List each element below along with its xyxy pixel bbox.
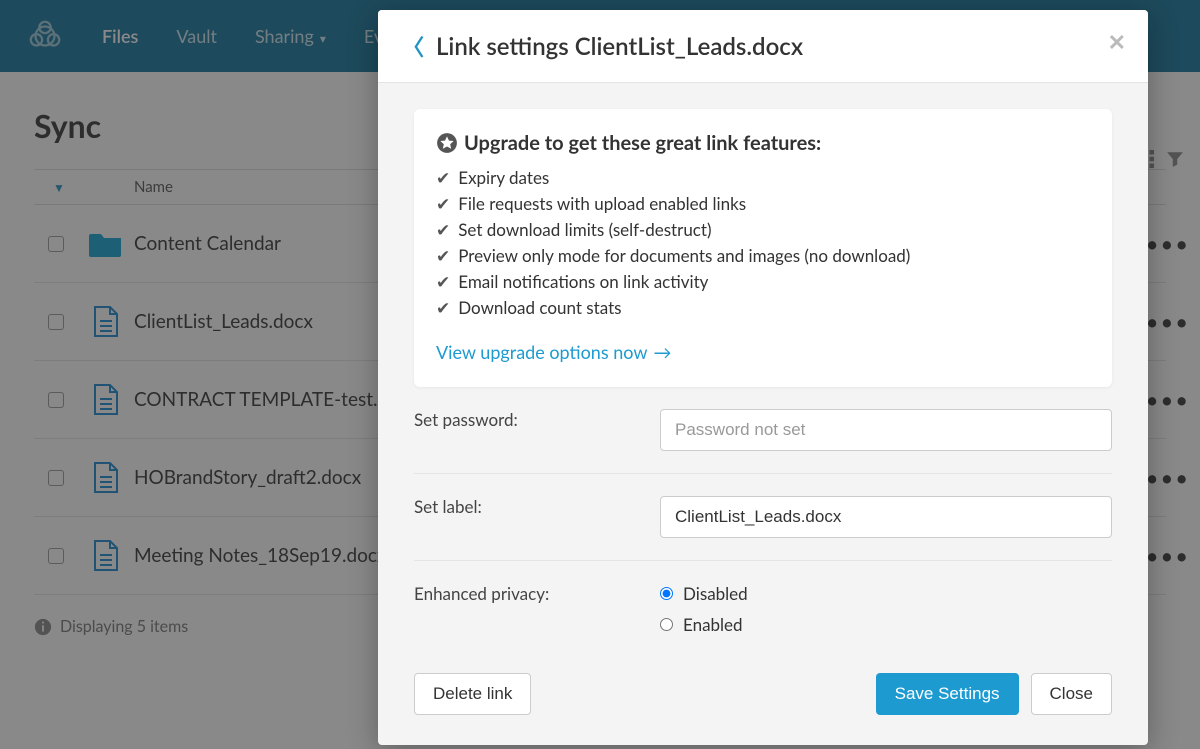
modal-title: Link settings ClientList_Leads.docx [436,32,803,61]
label-label: Set label: [414,496,660,517]
check-icon: ✔ [436,245,450,267]
modal-header: 〈 Link settings ClientList_Leads.docx ✕ [378,10,1148,83]
check-icon: ✔ [436,271,450,293]
close-icon[interactable]: ✕ [1108,28,1126,56]
save-settings-button[interactable]: Save Settings [876,673,1019,715]
upgrade-feature-item: ✔Email notifications on link activity [436,271,1090,293]
upgrade-feature-item: ✔Preview only mode for documents and ima… [436,245,1090,267]
arrow-right-icon: → [654,341,672,363]
star-icon [436,132,458,154]
upgrade-feature-item: ✔Download count stats [436,297,1090,319]
upgrade-link[interactable]: View upgrade options now → [436,341,672,363]
upgrade-feature-item: ✔Set download limits (self-destruct) [436,219,1090,241]
privacy-disabled-radio[interactable]: Disabled [660,583,748,604]
privacy-enabled-radio[interactable]: Enabled [660,614,748,635]
password-label: Set password: [414,409,660,430]
check-icon: ✔ [436,219,450,241]
check-icon: ✔ [436,193,450,215]
password-input[interactable] [660,409,1112,451]
label-input[interactable] [660,496,1112,538]
upgrade-heading: Upgrade to get these great link features… [436,131,1090,155]
link-settings-modal: 〈 Link settings ClientList_Leads.docx ✕ … [378,10,1148,745]
back-icon[interactable]: 〈 [402,30,424,62]
privacy-label: Enhanced privacy: [414,583,660,604]
close-button[interactable]: Close [1031,673,1112,715]
upgrade-feature-item: ✔File requests with upload enabled links [436,193,1090,215]
check-icon: ✔ [436,297,450,319]
upgrade-feature-item: ✔Expiry dates [436,167,1090,189]
delete-link-button[interactable]: Delete link [414,673,531,715]
upgrade-card: Upgrade to get these great link features… [414,109,1112,387]
check-icon: ✔ [436,167,450,189]
upgrade-feature-list: ✔Expiry dates ✔File requests with upload … [436,167,1090,319]
